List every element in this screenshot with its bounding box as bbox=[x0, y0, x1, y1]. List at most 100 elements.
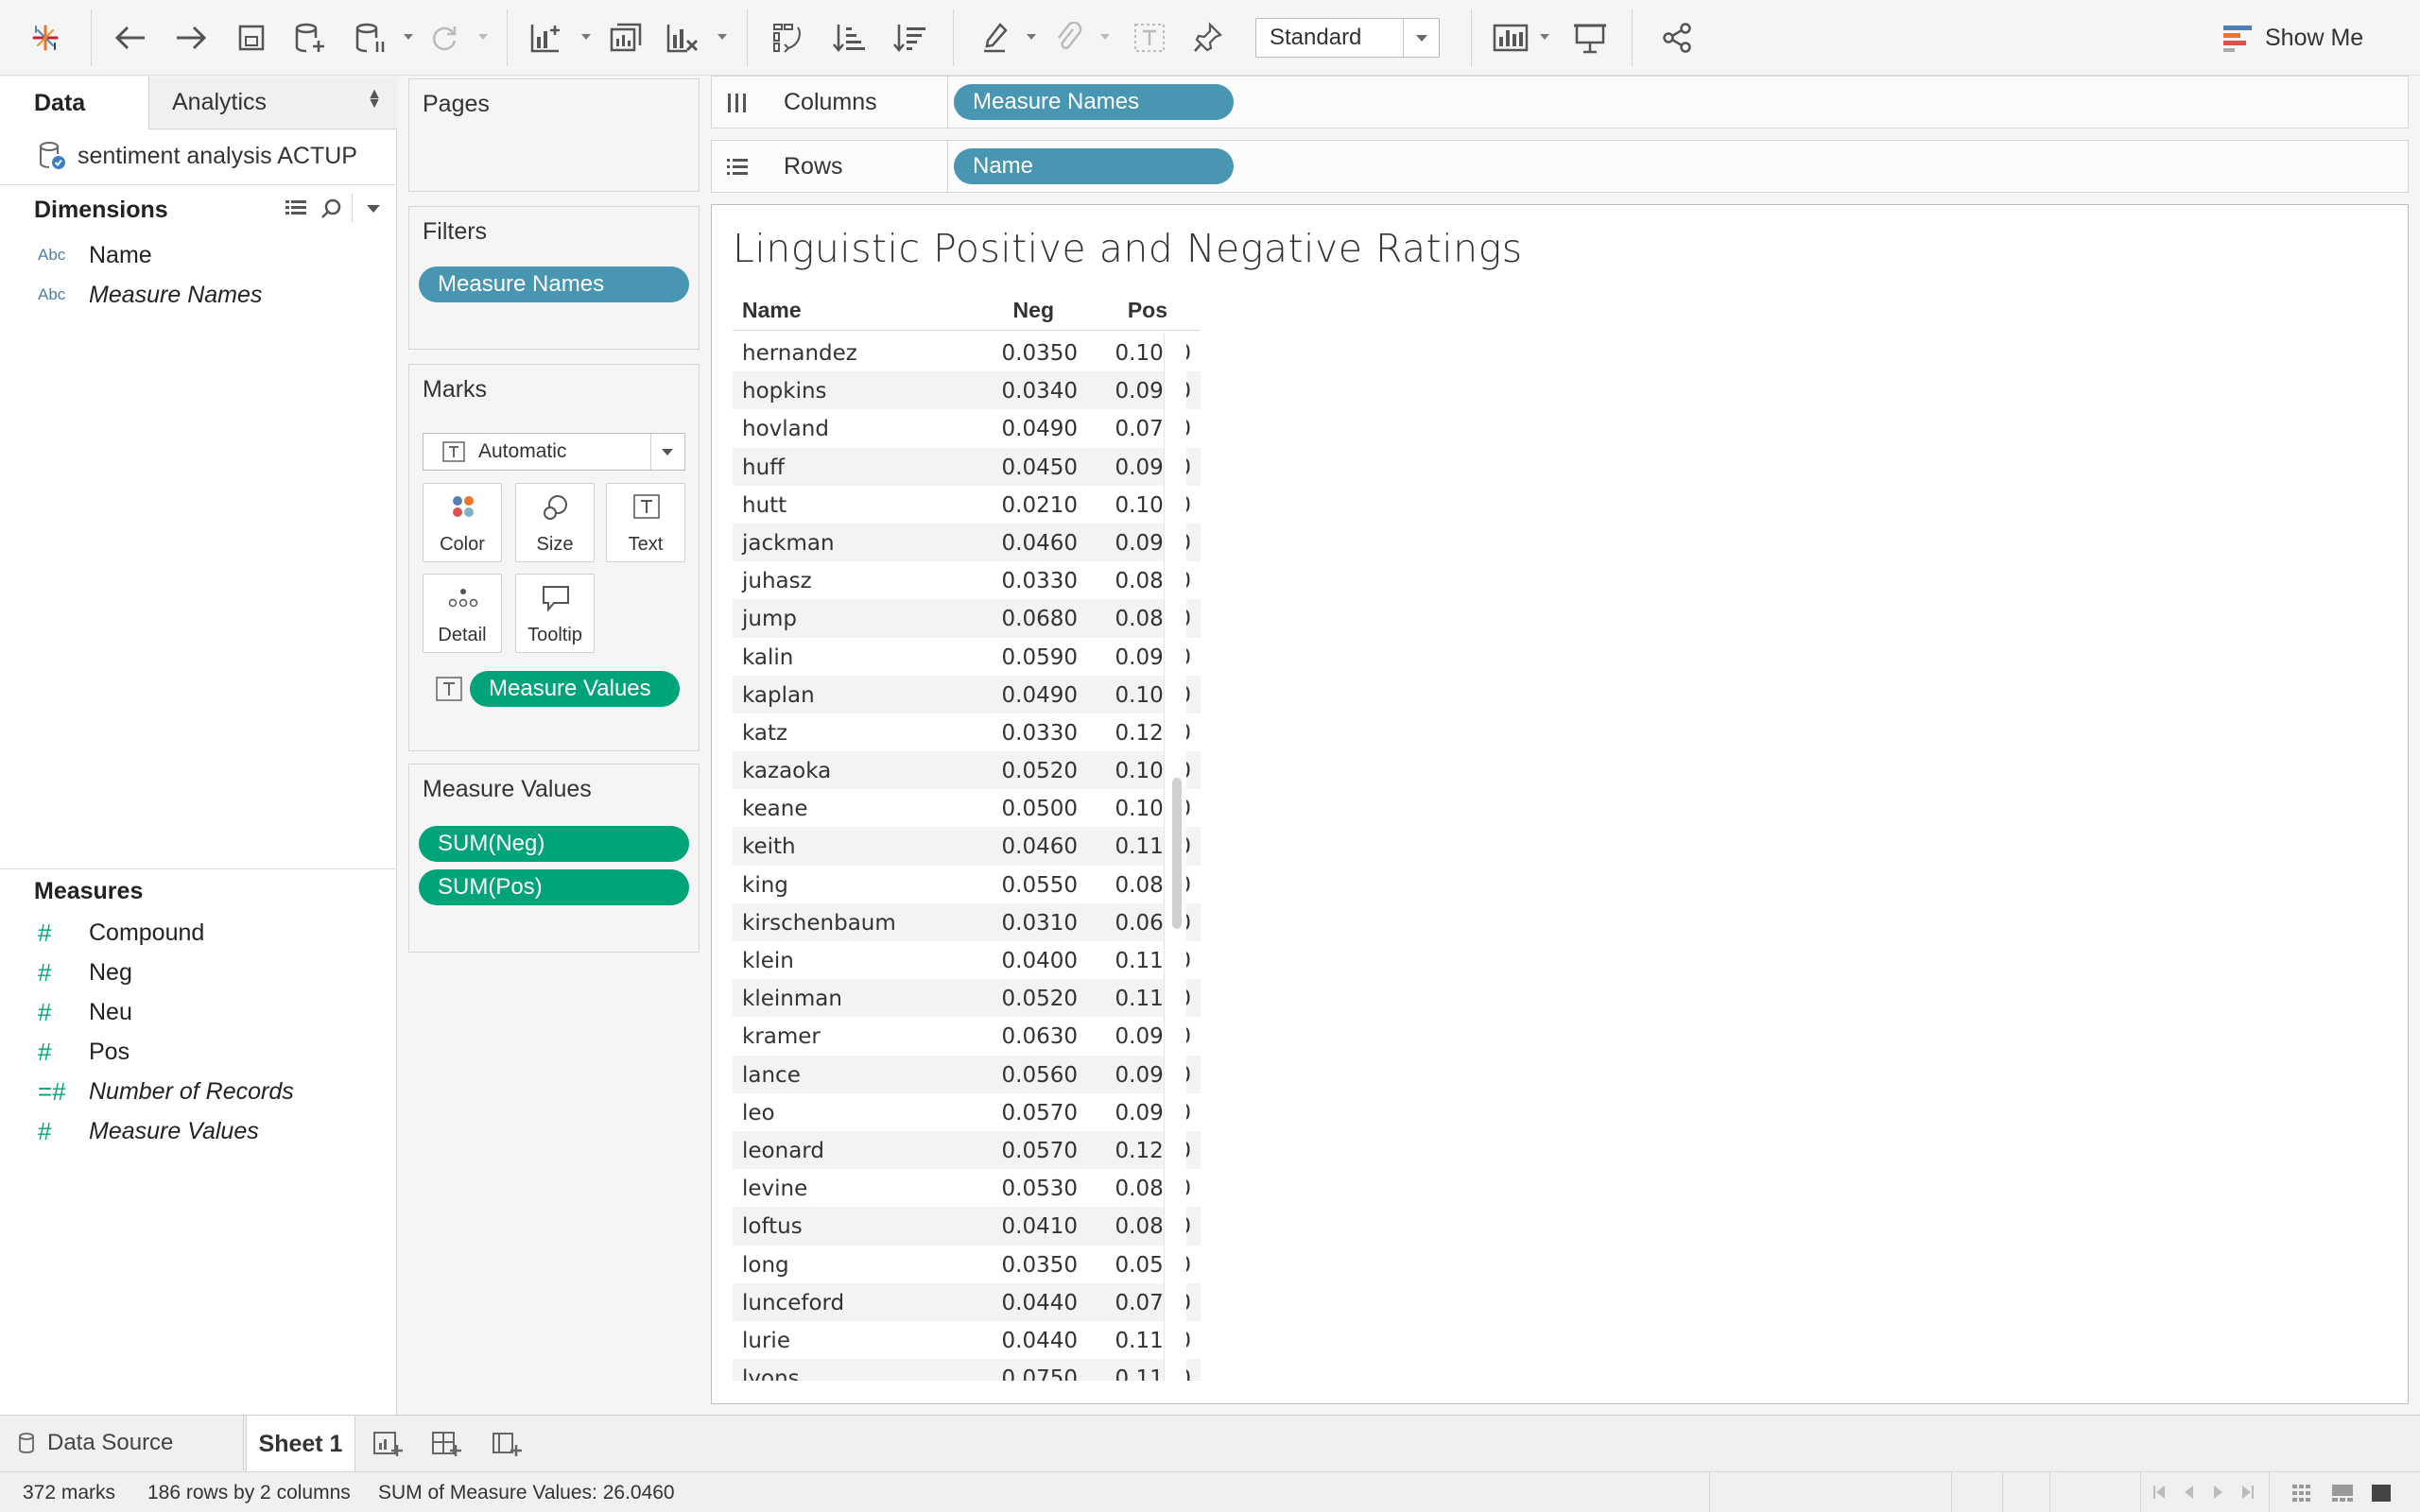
table-row[interactable]: long 0.0350 0.0560 bbox=[733, 1246, 1201, 1283]
filter-pill-measure-names[interactable]: Measure Names bbox=[419, 266, 689, 302]
detail-button[interactable]: Detail bbox=[423, 574, 502, 653]
measure-field[interactable]: # Compound bbox=[38, 916, 204, 950]
new-dashboard-tab-icon[interactable] bbox=[427, 1427, 465, 1461]
pause-updates-icon[interactable] bbox=[352, 15, 389, 60]
duplicate-sheet-icon[interactable] bbox=[605, 15, 647, 60]
table-row[interactable]: hutt 0.0210 0.1040 bbox=[733, 486, 1201, 524]
fit-dropdown[interactable]: Standard bbox=[1255, 18, 1440, 58]
color-button[interactable]: Color bbox=[423, 483, 502, 562]
table-row[interactable]: keith 0.0460 0.1140 bbox=[733, 827, 1201, 866]
clear-sheet-icon[interactable] bbox=[662, 15, 703, 60]
table-row[interactable]: kirschenbaum 0.0310 0.0620 bbox=[733, 902, 1201, 941]
table-row[interactable]: jump 0.0680 0.0860 bbox=[733, 599, 1201, 638]
vertical-scrollbar[interactable] bbox=[1164, 334, 1186, 1381]
table-row[interactable]: lurie 0.0440 0.1110 bbox=[733, 1321, 1201, 1359]
sort-ascending-icon[interactable] bbox=[828, 15, 870, 60]
table-row[interactable]: lyons 0.0750 0.1110 bbox=[733, 1359, 1201, 1381]
text-button[interactable]: Text bbox=[606, 483, 685, 562]
table-row[interactable]: kazaoka 0.0520 0.1040 bbox=[733, 751, 1201, 790]
columns-shelf[interactable]: Columns Measure Names bbox=[711, 76, 2409, 129]
swap-rows-columns-icon[interactable] bbox=[768, 15, 809, 60]
sheet-sorter-icon[interactable] bbox=[2291, 1484, 2312, 1503]
header-pos[interactable]: Pos bbox=[1128, 298, 1167, 323]
tabs-view-icon[interactable] bbox=[2371, 1484, 2392, 1503]
search-icon[interactable] bbox=[320, 197, 344, 221]
measure-field[interactable]: # Neg bbox=[38, 955, 132, 989]
measure-pill-sum-pos[interactable]: SUM(Pos) bbox=[419, 869, 689, 905]
new-worksheet-tab-icon[interactable] bbox=[369, 1427, 406, 1461]
tab-sheet-1[interactable]: Sheet 1 bbox=[246, 1416, 355, 1472]
new-worksheet-icon[interactable] bbox=[526, 15, 567, 60]
presentation-mode-icon[interactable] bbox=[1569, 15, 1611, 60]
table-row[interactable]: kaplan 0.0490 0.1010 bbox=[733, 675, 1201, 713]
share-icon[interactable] bbox=[1656, 15, 1698, 60]
table-row[interactable]: hovland 0.0490 0.0780 bbox=[733, 409, 1201, 447]
undo-icon[interactable] bbox=[110, 15, 151, 60]
size-button[interactable]: Size bbox=[515, 483, 595, 562]
header-neg[interactable]: Neg bbox=[1013, 298, 1054, 323]
datasource-item[interactable]: sentiment analysis ACTUP bbox=[38, 139, 357, 173]
chevron-down-icon[interactable] bbox=[1403, 19, 1439, 57]
new-datasource-icon[interactable] bbox=[291, 15, 329, 60]
chevron-down-icon[interactable] bbox=[367, 205, 380, 213]
list-view-icon[interactable] bbox=[284, 197, 308, 221]
new-story-tab-icon[interactable] bbox=[488, 1427, 526, 1461]
table-row[interactable]: katz 0.0330 0.1270 bbox=[733, 713, 1201, 751]
table-row[interactable]: kleinman 0.0520 0.1130 bbox=[733, 979, 1201, 1018]
first-page-icon[interactable] bbox=[2152, 1484, 2167, 1501]
table-row[interactable]: huff 0.0450 0.0960 bbox=[733, 447, 1201, 486]
table-row[interactable]: king 0.0550 0.0820 bbox=[733, 866, 1201, 903]
table-row[interactable]: klein 0.0400 0.1170 bbox=[733, 941, 1201, 979]
measure-pill-sum-neg[interactable]: SUM(Neg) bbox=[419, 826, 689, 862]
measure-field[interactable]: # Pos bbox=[38, 1035, 130, 1069]
columns-pill-measure-names[interactable]: Measure Names bbox=[954, 84, 1234, 120]
tab-data[interactable]: Data bbox=[0, 77, 147, 129]
table-row[interactable]: levine 0.0530 0.0810 bbox=[733, 1169, 1201, 1207]
show-labels-icon[interactable] bbox=[1131, 15, 1168, 60]
next-page-icon[interactable] bbox=[2212, 1484, 2225, 1501]
table-row[interactable]: jackman 0.0460 0.0950 bbox=[733, 523, 1201, 562]
worksheet-view[interactable]: Linguistic Positive and Negative Ratings… bbox=[711, 204, 2409, 1404]
measure-field[interactable]: # Neu bbox=[38, 995, 132, 1029]
rows-pill-name[interactable]: Name bbox=[954, 148, 1234, 184]
tab-data-source[interactable]: Data Source bbox=[0, 1416, 244, 1470]
measure-field[interactable]: # Measure Values bbox=[38, 1114, 259, 1148]
filters-card[interactable]: Filters Measure Names bbox=[408, 206, 700, 350]
table-row[interactable]: lunceford 0.0440 0.0780 bbox=[733, 1282, 1201, 1321]
refresh-icon[interactable] bbox=[425, 15, 463, 60]
table-row[interactable]: lance 0.0560 0.0990 bbox=[733, 1055, 1201, 1093]
table-row[interactable]: juhasz 0.0330 0.0850 bbox=[733, 561, 1201, 599]
scrollbar-thumb[interactable] bbox=[1172, 778, 1182, 929]
header-name[interactable]: Name bbox=[742, 298, 802, 323]
rows-shelf[interactable]: Rows Name bbox=[711, 140, 2409, 193]
table-row[interactable]: leo 0.0570 0.0930 bbox=[733, 1093, 1201, 1131]
pin-axes-icon[interactable] bbox=[1189, 15, 1227, 60]
chevron-down-icon[interactable] bbox=[662, 449, 673, 455]
highlight-icon[interactable] bbox=[977, 15, 1015, 60]
tableau-logo-icon[interactable] bbox=[25, 15, 66, 60]
filmstrip-icon[interactable] bbox=[2331, 1484, 2354, 1503]
previous-page-icon[interactable] bbox=[2182, 1484, 2195, 1501]
view-title[interactable]: Linguistic Positive and Negative Ratings bbox=[733, 226, 1523, 271]
table-row[interactable]: keane 0.0500 0.1000 bbox=[733, 789, 1201, 827]
table-row[interactable]: hopkins 0.0340 0.0990 bbox=[733, 371, 1201, 410]
save-icon[interactable] bbox=[233, 15, 270, 60]
last-page-icon[interactable] bbox=[2240, 1484, 2256, 1501]
pages-card[interactable]: Pages bbox=[408, 78, 700, 192]
table-row[interactable]: loftus 0.0410 0.0890 bbox=[733, 1207, 1201, 1246]
mark-type-dropdown[interactable]: Automatic bbox=[423, 433, 685, 471]
show-cards-icon[interactable] bbox=[1490, 15, 1531, 60]
tooltip-button[interactable]: Tooltip bbox=[515, 574, 595, 653]
table-row[interactable]: kramer 0.0630 0.0910 bbox=[733, 1017, 1201, 1055]
marks-pill-measure-values[interactable]: Measure Values bbox=[470, 671, 680, 707]
tab-analytics[interactable]: Analytics ▲ ▼ bbox=[148, 77, 397, 129]
dimension-field[interactable]: Abc Measure Names bbox=[38, 278, 262, 312]
group-members-icon[interactable] bbox=[1049, 15, 1087, 60]
sort-descending-icon[interactable] bbox=[889, 15, 930, 60]
table-row[interactable]: hernandez 0.0350 0.1010 bbox=[733, 334, 1201, 371]
table-row[interactable]: leonard 0.0570 0.1210 bbox=[733, 1130, 1201, 1170]
table-row[interactable]: kalin 0.0590 0.0950 bbox=[733, 638, 1201, 676]
measure-field[interactable]: =# Number of Records bbox=[38, 1074, 294, 1108]
show-me-button[interactable]: Show Me bbox=[2221, 17, 2363, 59]
dimension-field[interactable]: Abc Name bbox=[38, 238, 152, 272]
